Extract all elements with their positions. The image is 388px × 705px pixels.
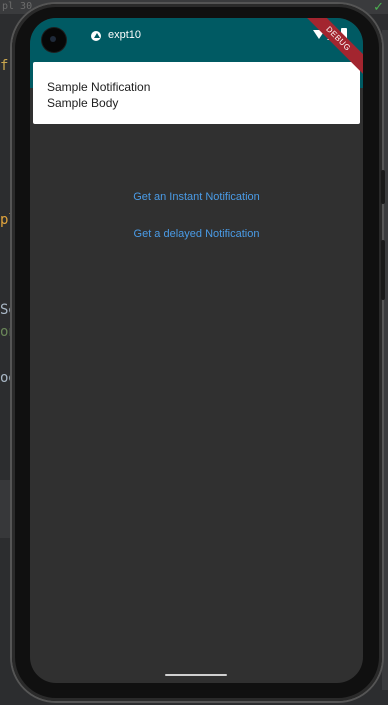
notification-banner[interactable]: Sample Notification Sample Body	[33, 62, 360, 124]
emulator-window: pl 30 ✓ f pl Se on og expt10 Sample Noti…	[0, 0, 388, 705]
editor-top-text: pl 30	[2, 1, 33, 12]
home-indicator[interactable]	[165, 674, 227, 676]
instant-notification-button[interactable]: Get an Instant Notification	[30, 187, 363, 207]
app-indicator-icon	[91, 31, 101, 41]
editor-code-fragment: f	[0, 58, 9, 74]
phone-screen: expt10 Sample Notification Sample Body G…	[30, 18, 363, 683]
volume-button[interactable]	[381, 240, 385, 300]
front-camera	[42, 28, 66, 52]
notification-title: Sample Notification	[47, 80, 151, 94]
notification-body: Sample Body	[47, 96, 119, 110]
check-icon: ✓	[373, 0, 384, 14]
power-button[interactable]	[381, 170, 385, 204]
editor-scrollbar[interactable]	[382, 30, 388, 690]
status-app-name: expt10	[108, 29, 142, 41]
delayed-notification-button[interactable]: Get a delayed Notification	[30, 224, 363, 244]
